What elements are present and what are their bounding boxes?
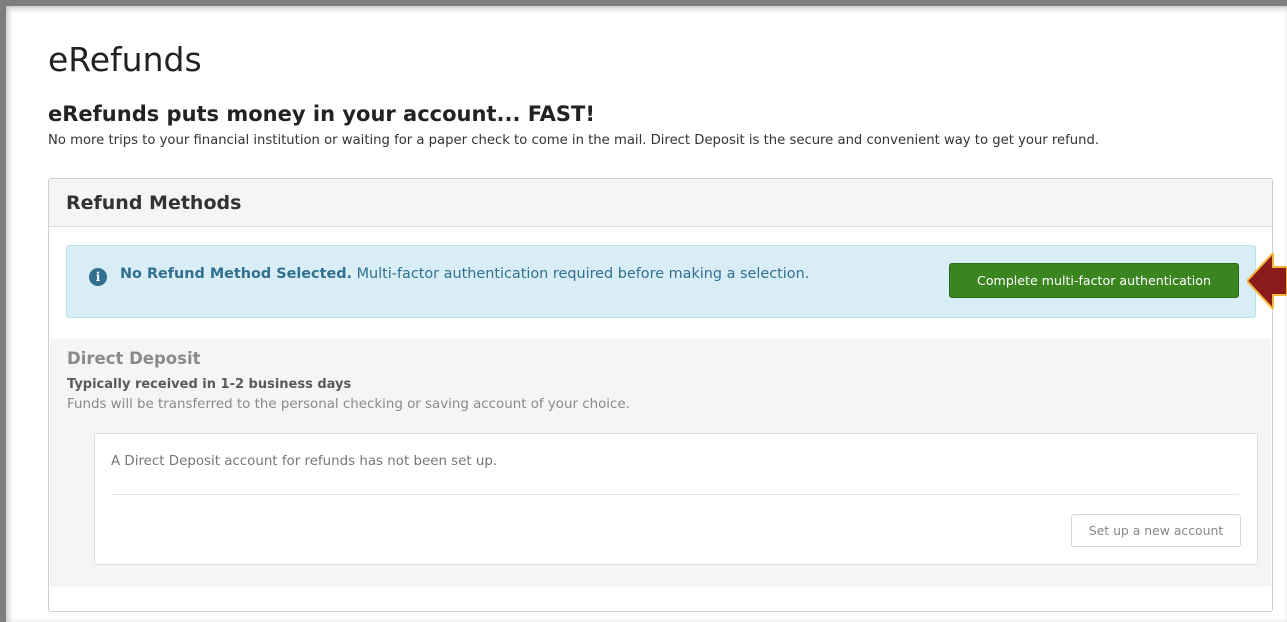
page-title: eRefunds	[48, 40, 202, 79]
direct-deposit-title: Direct Deposit	[67, 349, 201, 368]
direct-deposit-description: Funds will be transferred to the persona…	[67, 397, 630, 412]
annotation-arrow-icon	[1247, 253, 1287, 309]
mfa-alert: i No Refund Method Selected. Multi-facto…	[66, 245, 1256, 318]
complete-mfa-button[interactable]: Complete multi-factor authentication	[949, 263, 1239, 298]
alert-message: No Refund Method Selected. Multi-factor …	[120, 266, 809, 282]
setup-new-account-button[interactable]: Set up a new account	[1071, 514, 1241, 547]
refund-methods-panel: Refund Methods i No Refund Method Select…	[48, 178, 1273, 612]
page-subtitle: eRefunds puts money in your account... F…	[48, 102, 595, 126]
page-frame: eRefunds eRefunds puts money in your acc…	[0, 0, 1287, 622]
direct-deposit-timing: Typically received in 1-2 business days	[67, 377, 352, 392]
no-account-message: A Direct Deposit account for refunds has…	[111, 454, 498, 469]
divider	[111, 494, 1239, 495]
direct-deposit-section: Direct Deposit Typically received in 1-2…	[50, 339, 1271, 587]
panel-title: Refund Methods	[49, 179, 1272, 227]
info-icon: i	[89, 268, 107, 286]
direct-deposit-account-card: A Direct Deposit account for refunds has…	[94, 433, 1258, 565]
alert-strong-text: No Refund Method Selected.	[120, 266, 352, 282]
alert-detail-text: Multi-factor authentication required bef…	[352, 266, 810, 282]
intro-text: No more trips to your financial institut…	[48, 133, 1100, 148]
